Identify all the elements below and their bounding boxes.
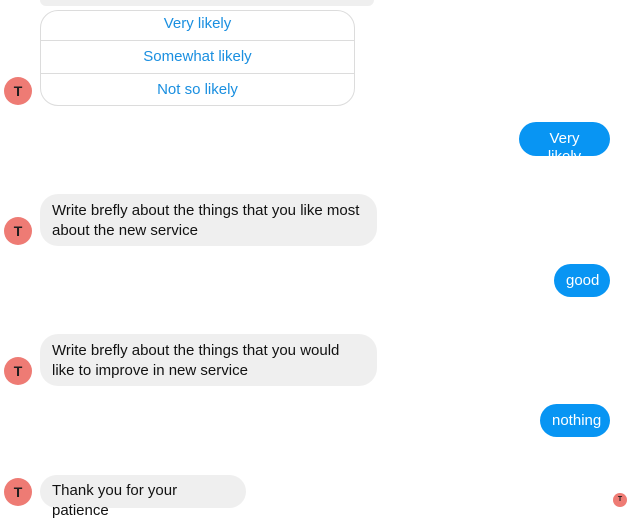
bot-message-bubble: Thank you for your patience [40,475,246,519]
quick-reply-not-so-likely[interactable]: Not so likely [41,73,354,105]
read-receipt-avatar: T [613,493,627,507]
bot-message-bubble: Write brefly about the things that you w… [40,334,377,386]
bot-message-bubble: Write brefly about the things that you l… [40,194,377,246]
bot-avatar: T [4,357,32,385]
bot-avatar: T [4,478,32,506]
user-message-bubble: good [554,264,610,297]
quick-reply-somewhat-likely[interactable]: Somewhat likely [41,40,354,73]
quick-replies-card: Very likely Somewhat likely Not so likel… [40,10,355,106]
bot-avatar: T [4,77,32,105]
user-message-bubble: Very likely [519,122,610,165]
bot-avatar: T [4,217,32,245]
quick-reply-very-likely[interactable]: Very likely [41,11,354,40]
user-message-bubble: nothing [540,404,610,437]
previous-message-bubble [40,0,374,6]
